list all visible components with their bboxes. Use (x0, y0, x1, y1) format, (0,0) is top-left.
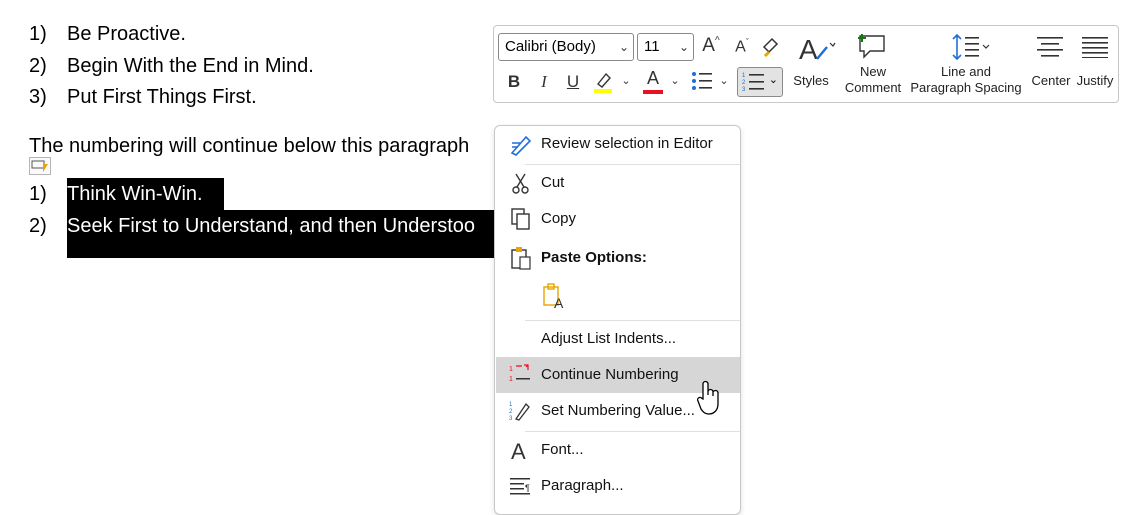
justify-button[interactable] (1081, 36, 1109, 63)
paste-keep-text-only-button[interactable]: A (541, 282, 569, 311)
label-line: Paragraph Spacing (910, 80, 1022, 95)
list-text: Begin With the End in Mind. (67, 55, 314, 77)
list-text: Seek First to Understand, and then Under… (67, 215, 476, 237)
font-color-swatch (643, 90, 663, 94)
list-text: Be Proactive. (67, 23, 186, 45)
hand-cursor-icon (697, 380, 719, 415)
menu-item-copy[interactable]: Copy (496, 201, 740, 237)
list-number: 1) (29, 23, 47, 45)
menu-item-label: Copy (541, 210, 577, 227)
underline-button[interactable]: U (565, 72, 581, 92)
list-number: 2) (29, 215, 47, 237)
list-number: 1) (29, 183, 47, 205)
bullet-list-icon (692, 72, 712, 90)
bold-button[interactable]: B (506, 72, 522, 92)
menu-item-font[interactable]: A Font... (496, 432, 740, 468)
list-number: 3) (29, 86, 47, 108)
italic-button[interactable]: I (537, 72, 551, 92)
scissors-icon (512, 173, 529, 194)
chevron-down-icon[interactable]: ⌄ (619, 34, 629, 60)
line-spacing-label: Line and Paragraph Spacing (906, 64, 1026, 96)
paragraph-icon: ¶ (510, 478, 530, 495)
svg-text:1: 1 (509, 376, 513, 383)
styles-button[interactable]: A (795, 33, 839, 70)
menu-item-adjust-list-indents[interactable]: Adjust List Indents... (496, 321, 740, 357)
bullets-button[interactable] (690, 70, 714, 97)
svg-text:¶: ¶ (525, 483, 530, 493)
chevron-down-icon[interactable]: ⌄ (620, 74, 632, 87)
chevron-down-icon[interactable]: ⌄ (718, 74, 730, 87)
styles-icon: A (799, 34, 836, 65)
center-label: Center (1031, 73, 1071, 88)
set-numbering-value-icon: 1 2 3 (509, 402, 530, 422)
numbered-list-icon: 1 2 3 (742, 73, 764, 93)
svg-text:A: A (511, 439, 526, 463)
continue-numbering-icon: 1 1 (509, 364, 530, 383)
menu-item-label: Paragraph... (541, 477, 624, 494)
font-icon: A (511, 439, 526, 463)
format-painter-icon (762, 37, 779, 58)
list-number: 2) (29, 55, 47, 77)
grow-font-button[interactable]: A^ (699, 35, 723, 57)
line-spacing-button[interactable] (950, 33, 994, 66)
shrink-font-button[interactable]: Aˇ (731, 37, 753, 56)
justify-label: Justify (1076, 73, 1114, 88)
menu-item-review-editor[interactable]: Review selection in Editor (496, 126, 740, 162)
align-justify-icon (1082, 37, 1108, 59)
label-line: Line and (941, 64, 991, 79)
list-text: Think Win-Win. (67, 183, 203, 205)
align-center-icon (1037, 37, 1063, 57)
svg-text:1: 1 (509, 402, 513, 408)
menu-item-label: Font... (541, 441, 584, 458)
styles-label: Styles (793, 73, 829, 88)
svg-text:2: 2 (742, 80, 746, 86)
chevron-down-icon[interactable]: ⌄ (769, 73, 778, 86)
svg-text:A: A (554, 295, 564, 310)
chevron-down-icon[interactable]: ⌄ (669, 74, 681, 87)
grow-font-icon: A (702, 35, 715, 56)
highlighter-icon (594, 72, 612, 93)
list-text: Put First Things First. (67, 86, 257, 108)
format-painter-button[interactable] (758, 35, 784, 62)
context-menu: Review selection in Editor Cut Copy Past… (494, 125, 741, 515)
shrink-font-icon: A (735, 38, 746, 56)
menu-item-label: Cut (541, 174, 565, 191)
menu-item-label: Paste Options: (541, 249, 647, 266)
menu-item-cut[interactable]: Cut (496, 165, 740, 201)
autoformat-options-icon[interactable] (29, 157, 51, 175)
menu-item-label: Continue Numbering (541, 366, 679, 383)
line-spacing-icon (952, 33, 990, 61)
highlight-button[interactable] (592, 70, 614, 99)
new-comment-label: New Comment (843, 64, 903, 96)
svg-text:3: 3 (742, 87, 746, 93)
editor-pen-icon (510, 135, 532, 156)
copy-icon (511, 208, 530, 230)
paste-text-only-icon: A (543, 283, 564, 311)
menu-item-label: Set Numbering Value... (541, 402, 695, 419)
svg-text:A: A (799, 34, 818, 65)
menu-item-paste-options: Paste Options: (496, 240, 740, 276)
menu-item-paragraph[interactable]: ¶ Paragraph... (496, 468, 740, 504)
font-name-combobox[interactable]: Calibri (Body) ⌄ (498, 33, 634, 61)
svg-text:3: 3 (509, 416, 513, 422)
label-line: New (859, 64, 886, 79)
numbering-button[interactable]: 1 2 3 ⌄ (737, 67, 783, 97)
svg-text:1: 1 (509, 366, 513, 373)
svg-text:1: 1 (742, 73, 746, 79)
chevron-down-icon[interactable]: ⌄ (679, 34, 689, 60)
clipboard-icon (511, 247, 531, 270)
menu-item-label: Review selection in Editor (541, 135, 713, 152)
center-button[interactable] (1036, 36, 1064, 63)
font-color-icon: A (646, 68, 659, 88)
font-color-button[interactable]: A (641, 68, 665, 94)
menu-item-label: Adjust List Indents... (541, 330, 677, 347)
new-comment-button[interactable] (855, 33, 889, 66)
label-line: Comment (844, 80, 902, 95)
new-comment-icon (858, 34, 885, 59)
font-size-combobox[interactable]: 11 ⌄ (637, 33, 694, 61)
font-size-value: 11 (644, 38, 660, 55)
font-name-value: Calibri (Body) (505, 38, 596, 55)
svg-text:2: 2 (509, 409, 513, 415)
body-paragraph[interactable]: The numbering will continue below this p… (29, 134, 469, 158)
